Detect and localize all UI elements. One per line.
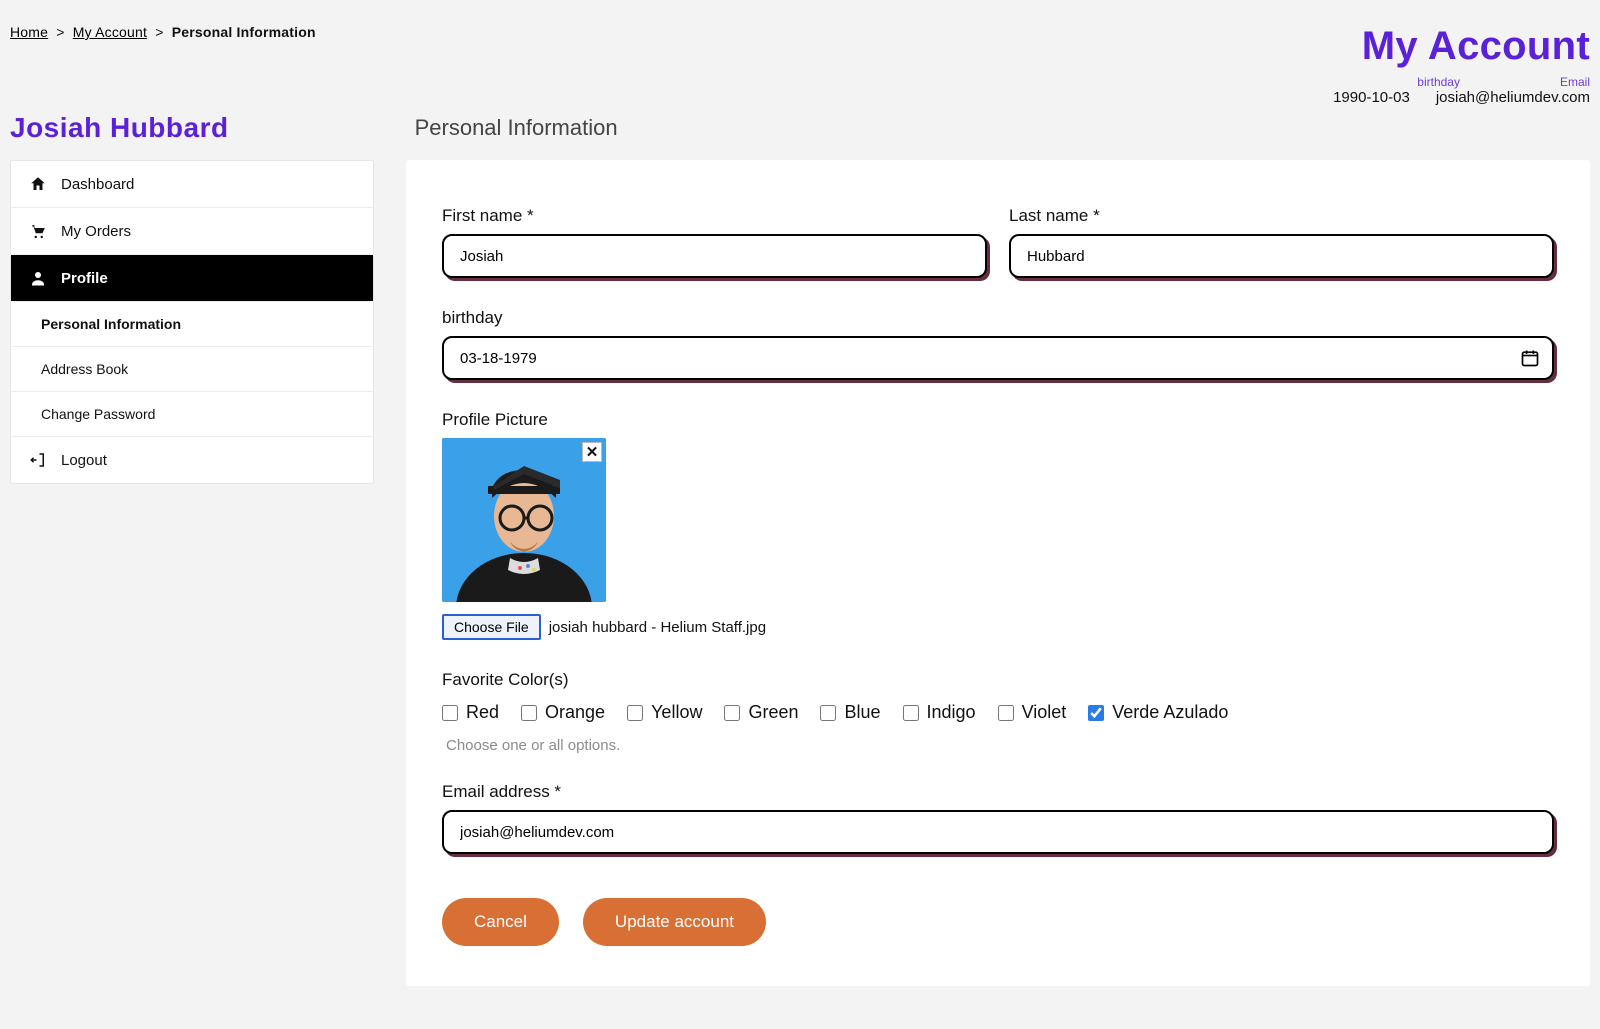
header-email-label: Email [1560, 75, 1590, 89]
cart-icon [29, 222, 47, 240]
color-label: Violet [1022, 702, 1067, 723]
user-icon [29, 269, 47, 287]
sidebar-item-orders[interactable]: My Orders [11, 208, 373, 255]
color-label: Orange [545, 702, 605, 723]
sidebar-sub-password[interactable]: Change Password [11, 392, 373, 437]
remove-picture-button[interactable]: ✕ [582, 442, 602, 462]
profile-picture: ✕ [442, 438, 606, 602]
close-icon: ✕ [586, 445, 599, 460]
color-options: Red Orange Yellow Green Blue Indigo Violet Verd… [442, 702, 1554, 723]
color-checkbox[interactable] [903, 705, 919, 721]
update-account-button[interactable]: Update account [583, 898, 766, 946]
sidebar: Dashboard My Orders Profile Personal Inf… [10, 160, 374, 484]
color-option[interactable]: Green [724, 702, 798, 723]
color-label: Verde Azulado [1112, 702, 1228, 723]
color-checkbox[interactable] [442, 705, 458, 721]
color-label: Indigo [927, 702, 976, 723]
color-option[interactable]: Verde Azulado [1088, 702, 1228, 723]
sidebar-sub-address[interactable]: Address Book [11, 347, 373, 392]
sidebar-item-label: Profile [61, 270, 108, 287]
color-checkbox[interactable] [724, 705, 740, 721]
last-name-input[interactable] [1009, 234, 1554, 278]
birthday-input[interactable] [442, 336, 1554, 380]
choose-file-button[interactable]: Choose File [442, 614, 541, 640]
logout-icon [29, 451, 47, 469]
color-label: Red [466, 702, 499, 723]
color-checkbox[interactable] [998, 705, 1014, 721]
birthday-label: birthday [442, 308, 1554, 328]
colors-help: Choose one or all options. [446, 737, 1554, 754]
cancel-button[interactable]: Cancel [442, 898, 559, 946]
color-option[interactable]: Yellow [627, 702, 702, 723]
breadcrumb-account[interactable]: My Account [73, 24, 147, 40]
color-checkbox[interactable] [521, 705, 537, 721]
color-checkbox[interactable] [820, 705, 836, 721]
sidebar-item-logout[interactable]: Logout [11, 437, 373, 483]
email-label: Email address * [442, 782, 1554, 802]
breadcrumb-current: Personal Information [172, 24, 316, 40]
color-label: Blue [844, 702, 880, 723]
color-option[interactable]: Violet [998, 702, 1067, 723]
color-option[interactable]: Orange [521, 702, 605, 723]
color-label: Yellow [651, 702, 702, 723]
color-checkbox[interactable] [627, 705, 643, 721]
breadcrumb: Home > My Account > Personal Information [10, 24, 316, 40]
sidebar-sub-personal[interactable]: Personal Information [11, 302, 373, 347]
account-title: My Account [1333, 24, 1590, 69]
header-birthday-value: 1990-10-03 [1333, 89, 1410, 106]
email-input[interactable] [442, 810, 1554, 854]
color-option[interactable]: Blue [820, 702, 880, 723]
color-option[interactable]: Indigo [903, 702, 976, 723]
header-email-value: josiah@heliumdev.com [1436, 89, 1590, 106]
color-label: Green [748, 702, 798, 723]
color-checkbox[interactable] [1088, 705, 1104, 721]
sidebar-item-label: Dashboard [61, 176, 134, 193]
header-birthday-label: birthday [1417, 75, 1460, 89]
sidebar-item-dashboard[interactable]: Dashboard [11, 161, 373, 208]
page-heading: Personal Information [415, 115, 618, 141]
breadcrumb-home[interactable]: Home [10, 24, 48, 40]
last-name-label: Last name * [1009, 206, 1554, 226]
avatar-image [442, 438, 606, 602]
form-panel: First name * Last name * birthday Profil… [406, 160, 1590, 986]
header-right: My Account birthday Email 1990-10-03 jos… [1333, 24, 1590, 106]
sidebar-item-label: My Orders [61, 223, 131, 240]
file-name: josiah hubbard - Helium Staff.jpg [549, 619, 766, 636]
color-option[interactable]: Red [442, 702, 499, 723]
first-name-input[interactable] [442, 234, 987, 278]
colors-label: Favorite Color(s) [442, 670, 1554, 690]
home-icon [29, 175, 47, 193]
first-name-label: First name * [442, 206, 987, 226]
breadcrumb-sep: > [155, 24, 163, 40]
user-name: Josiah Hubbard [10, 112, 229, 144]
breadcrumb-sep: > [56, 24, 64, 40]
sidebar-item-profile[interactable]: Profile [11, 255, 373, 302]
sidebar-item-label: Logout [61, 452, 107, 469]
profile-picture-label: Profile Picture [442, 410, 1554, 430]
